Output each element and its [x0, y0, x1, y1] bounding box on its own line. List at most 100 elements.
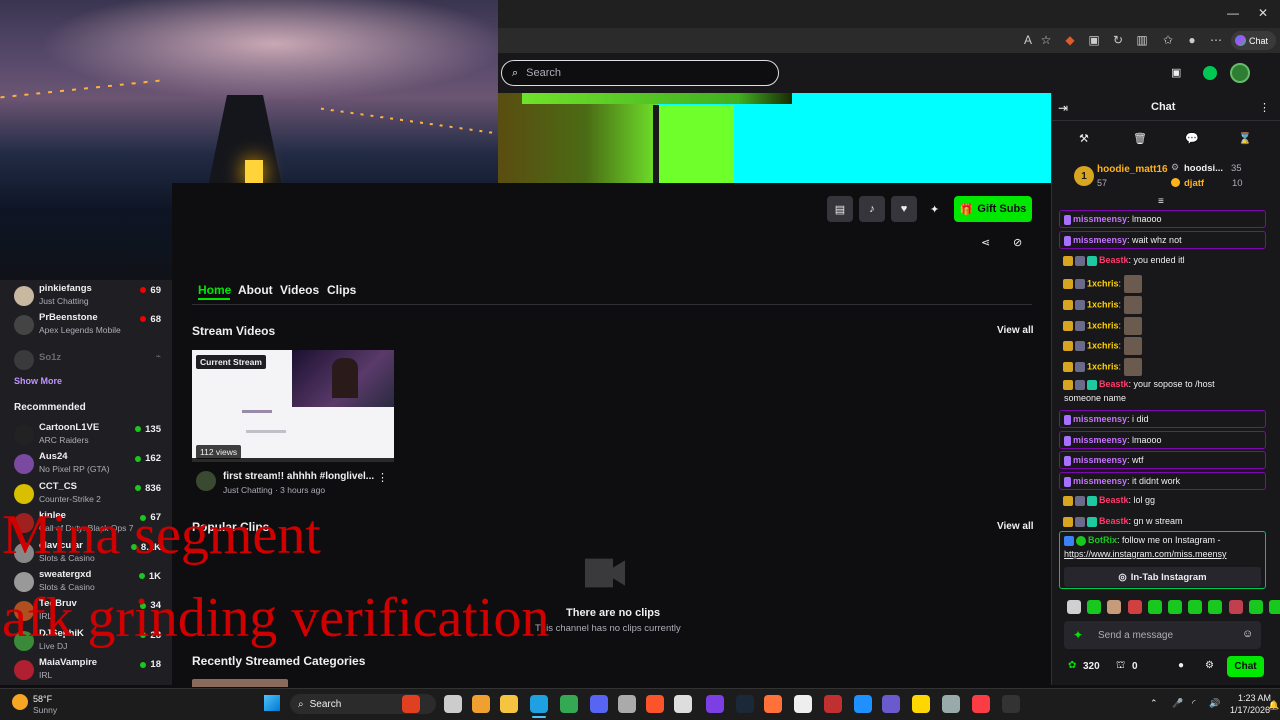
chat-username[interactable]: 1xchris	[1087, 320, 1119, 330]
chat-username[interactable]: Beastk	[1099, 495, 1129, 505]
notification-bell-icon[interactable]: 🔔	[1268, 700, 1279, 711]
instagram-link[interactable]: https://www.instagram.com/miss.meensy	[1064, 549, 1227, 559]
chat-username[interactable]: missmeensy	[1073, 235, 1127, 245]
popular-clips-view-all[interactable]: View all	[997, 521, 1034, 532]
overwatch-icon[interactable]	[472, 695, 490, 713]
tab-home[interactable]: Home	[198, 283, 231, 297]
favorites-icon[interactable]: ✩	[1160, 33, 1176, 47]
sparkle-emote-icon[interactable]: ✦	[1073, 628, 1083, 642]
chat-bubble-small-icon[interactable]: ●	[1178, 660, 1184, 671]
brave-icon[interactable]	[646, 695, 664, 713]
app-circle-icon[interactable]	[618, 695, 636, 713]
weather-sun-icon[interactable]	[12, 694, 28, 710]
steam-icon[interactable]	[736, 695, 754, 713]
extension-icon[interactable]: ◆	[1062, 33, 1078, 47]
video-channel-avatar[interactable]	[196, 471, 216, 491]
hourglass-icon[interactable]: ⌛	[1238, 132, 1252, 145]
gift-subs-button[interactable]: 🎁 Gift Subs	[954, 196, 1032, 222]
weather-temp[interactable]: 58°F	[33, 694, 52, 704]
collapse-chat-icon[interactable]: ⇥	[1058, 101, 1068, 115]
stream-videos-view-all[interactable]: View all	[997, 325, 1034, 336]
apple-music-icon[interactable]	[972, 695, 990, 713]
edge-icon[interactable]	[530, 695, 548, 713]
gift-box-icon[interactable]: ⛫	[1116, 660, 1125, 673]
in-tab-instagram-button[interactable]: ◎ In-Tab Instagram	[1064, 567, 1261, 587]
epic-games-icon[interactable]	[674, 695, 692, 713]
sparkle-icon[interactable]: ✦	[930, 203, 939, 216]
quick-emote-icon[interactable]	[1107, 600, 1122, 614]
windows-start-icon[interactable]	[264, 695, 280, 711]
share-icon[interactable]: ⋖	[981, 236, 990, 249]
close-window-button[interactable]: ✕	[1253, 6, 1273, 20]
user-avatar[interactable]	[1230, 63, 1250, 83]
split-screen-icon[interactable]: ▥	[1134, 33, 1150, 47]
quick-emote-icon[interactable]	[1168, 600, 1182, 614]
sparkle-app-icon[interactable]	[912, 695, 930, 713]
favorite-star-icon[interactable]: ☆	[1038, 33, 1054, 47]
expand-leaderboard-icon[interactable]: ≡	[1158, 196, 1164, 207]
tray-chevron-icon[interactable]: ⌃	[1150, 698, 1158, 709]
wifi-icon[interactable]: ◜	[1192, 698, 1196, 709]
chat-username[interactable]: missmeensy	[1073, 214, 1127, 224]
screenshot-icon[interactable]: ▣	[1086, 33, 1102, 47]
volume-icon[interactable]: 🔊	[1209, 698, 1220, 709]
notifications-button[interactable]: ♪	[859, 196, 885, 222]
mod-view-button[interactable]: ▤	[827, 196, 853, 222]
channel-points-icon[interactable]: ✿	[1068, 660, 1076, 671]
category-thumbnail[interactable]	[192, 679, 288, 687]
refresh-icon[interactable]: ↻	[1110, 33, 1126, 47]
show-more-link[interactable]: Show More	[14, 376, 62, 386]
chat-username[interactable]: 1xchris	[1087, 340, 1119, 350]
discord-icon[interactable]	[590, 695, 608, 713]
quick-emote-icon[interactable]	[1208, 600, 1223, 614]
copilot-chat-button[interactable]: Chat	[1231, 31, 1276, 50]
chat-settings-gear-icon[interactable]: ⚙	[1205, 660, 1214, 671]
pepper-app-icon[interactable]	[402, 695, 420, 713]
quick-emote-icon[interactable]	[1087, 600, 1102, 614]
chat-username[interactable]: missmeensy	[1073, 435, 1127, 445]
clock-time[interactable]: 1:23 AM	[1238, 693, 1271, 703]
quick-emote-icon[interactable]	[1248, 600, 1263, 614]
quick-emote-icon[interactable]	[1127, 600, 1142, 614]
chat-username[interactable]: Beastk	[1099, 255, 1129, 265]
quick-emote-icon[interactable]	[1269, 600, 1280, 614]
search-input[interactable]: ⌕ Search	[501, 60, 779, 86]
minimize-button[interactable]: —	[1223, 6, 1243, 20]
quick-emote-icon[interactable]	[1188, 600, 1203, 614]
obs-icon[interactable]	[1002, 695, 1020, 713]
xbox-icon[interactable]	[1203, 66, 1217, 80]
quick-emote-icon[interactable]	[1147, 600, 1162, 614]
video-title[interactable]: first stream!! ahhhh #longlivel...	[223, 471, 374, 482]
task-view-icon[interactable]	[444, 695, 462, 713]
chrome-icon[interactable]	[560, 695, 578, 713]
sidebar-channel[interactable]: PrBeenstone Apex Legends Mobile 68	[14, 312, 164, 340]
hammer-icon[interactable]: ⚒	[1079, 132, 1089, 145]
circle-app-icon[interactable]	[882, 695, 900, 713]
tab-videos[interactable]: Videos	[280, 283, 319, 297]
chat-bubble-icon[interactable]: 💬	[1185, 132, 1199, 145]
chat-username[interactable]: Beastk	[1099, 379, 1129, 389]
leaderboard-third-name[interactable]: djatf	[1184, 178, 1204, 189]
leaderboard-top-name[interactable]: hoodie_matt16	[1097, 164, 1168, 175]
settings-icon[interactable]	[942, 695, 960, 713]
trash-icon[interactable]: 🗑	[1133, 132, 1147, 145]
quick-emote-icon[interactable]	[1067, 600, 1081, 614]
chat-username[interactable]: missmeensy	[1073, 455, 1127, 465]
chat-username[interactable]: missmeensy	[1073, 476, 1127, 486]
sidebar-channel[interactable]: pinkiefangs Just Chatting 69	[14, 283, 164, 311]
sidebar-channel[interactable]: So1z ⌁	[14, 347, 164, 375]
profile-avatar[interactable]: ●	[1184, 33, 1200, 47]
firefox-icon[interactable]	[764, 695, 782, 713]
chat-username[interactable]: 1xchris	[1087, 299, 1119, 309]
read-aloud-icon[interactable]: A	[1020, 33, 1036, 47]
recommended-channel[interactable]: MaiaVampire IRL 18	[14, 657, 164, 685]
emote-picker-icon[interactable]: ☺	[1242, 628, 1253, 640]
chat-username[interactable]: Beastk	[1099, 516, 1129, 526]
file-explorer-icon[interactable]	[500, 695, 518, 713]
video-app-icon[interactable]	[824, 695, 842, 713]
video-thumbnail[interactable]: Current Stream 112 views	[192, 350, 394, 462]
mute-notifications-icon[interactable]: ⊘	[1013, 236, 1022, 249]
chat-username[interactable]: 1xchris	[1087, 278, 1119, 288]
notion-app-icon[interactable]	[706, 695, 724, 713]
microphone-icon[interactable]: 🎤	[1172, 698, 1183, 709]
